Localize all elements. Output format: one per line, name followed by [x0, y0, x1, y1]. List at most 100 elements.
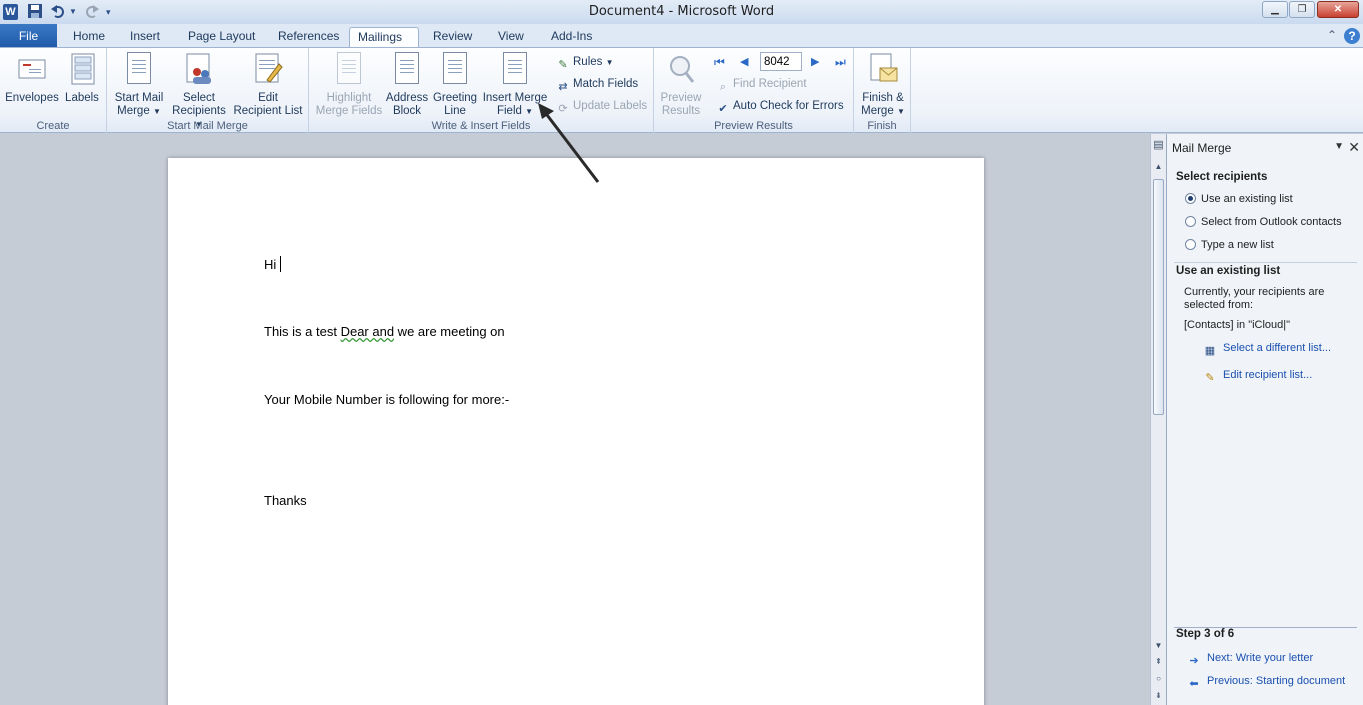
ribbon-tab-row: File Home Insert Page Layout References …: [0, 24, 1363, 48]
chevron-down-icon: ▼: [605, 58, 614, 67]
highlight-merge-fields-icon: [334, 52, 364, 86]
preview-results-button[interactable]: Preview Results: [657, 52, 705, 118]
auto-check-errors-button[interactable]: ✔ Auto Check for Errors: [716, 97, 843, 115]
recipient-source-text: [Contacts] in "iCloud|": [1184, 319, 1291, 331]
scroll-down-icon[interactable]: ▼: [1151, 639, 1166, 653]
radio-button[interactable]: [1185, 216, 1196, 227]
labels-button[interactable]: Labels: [63, 52, 101, 105]
insert-merge-field-label-2: Field: [496, 105, 522, 117]
ribbon: Envelopes Labels Create Start Mail Merge…: [0, 47, 1363, 133]
select-browse-object-icon[interactable]: ○: [1151, 672, 1166, 686]
group-preview-results: Preview Results ⏮ ◀ 8042 ▶ ⏭ ⌕ Find Recip…: [654, 48, 854, 133]
close-button[interactable]: ✕: [1317, 1, 1359, 18]
group-label-preview-results: Preview Results: [714, 120, 793, 132]
tab-file[interactable]: File: [0, 24, 57, 48]
finish-merge-label-2: Merge: [861, 105, 894, 117]
mail-merge-pane: Mail Merge ▼ ✕ Select recipients Use an …: [1166, 134, 1363, 705]
radio-use-existing-list[interactable]: Use an existing list: [1185, 191, 1293, 207]
preview-results-icon: [666, 52, 696, 86]
document-area: Hi This is a test Dear and we are meetin…: [0, 134, 1150, 705]
chevron-down-icon: ▼: [152, 107, 161, 116]
maximize-button[interactable]: ❐: [1289, 1, 1315, 18]
greeting-text: Hi: [264, 257, 277, 272]
edit-recipient-list-button[interactable]: Edit Recipient List: [231, 52, 305, 118]
select-recipients-label-1: Select: [183, 92, 215, 104]
arrow-left-icon: ⬅: [1189, 678, 1199, 690]
finish-merge-button[interactable]: Finish & Merge ▼: [857, 52, 909, 118]
tab-references[interactable]: References: [270, 27, 347, 48]
tab-home[interactable]: Home: [65, 27, 113, 48]
address-block-button[interactable]: Address Block: [384, 52, 430, 118]
preview-results-label-2: Results: [661, 105, 701, 117]
radio-label-outlook: Select from Outlook contacts: [1201, 216, 1342, 228]
tab-review[interactable]: Review: [425, 27, 480, 48]
match-fields-button[interactable]: ⇄ Match Fields: [556, 75, 638, 93]
radio-type-new-list[interactable]: Type a new list: [1185, 237, 1274, 253]
insert-merge-field-icon: [500, 52, 530, 86]
next-step-label: Next: Write your letter: [1207, 652, 1314, 664]
record-number-input[interactable]: 8042: [760, 52, 802, 71]
list-icon: ▦: [1204, 345, 1216, 357]
currently-text-2: selected from:: [1184, 299, 1254, 311]
radio-button[interactable]: [1185, 239, 1196, 250]
window-title: Document4 - Microsoft Word: [588, 4, 775, 19]
collapse-ribbon-icon[interactable]: ⌃: [1327, 28, 1337, 42]
previous-step-link[interactable]: ⬅ Previous: Starting document: [1187, 673, 1345, 690]
paragraph-greeting[interactable]: Hi: [264, 256, 282, 272]
group-create: Envelopes Labels Create: [0, 48, 107, 133]
close-icon[interactable]: ✕: [1348, 139, 1360, 156]
vertical-scrollbar[interactable]: ▤ ▲ ▼ ⇞ ○ ⇟: [1150, 134, 1166, 705]
envelope-icon: [17, 52, 47, 86]
match-fields-icon: ⇄: [558, 81, 568, 93]
next-record-button[interactable]: ▶: [811, 53, 819, 71]
highlight-merge-fields-button[interactable]: Highlight Merge Fields: [314, 52, 384, 118]
envelopes-button[interactable]: Envelopes: [5, 52, 59, 105]
paragraph-thanks[interactable]: Thanks: [264, 493, 307, 508]
radio-button-checked[interactable]: [1185, 193, 1196, 204]
labels-icon: [67, 52, 97, 86]
radio-label-new-list: Type a new list: [1201, 239, 1274, 251]
select-different-list-label: Select a different list...: [1223, 342, 1332, 354]
minimize-button[interactable]: ▁: [1262, 1, 1288, 18]
rules-button[interactable]: ✎ Rules ▼: [556, 53, 614, 71]
radio-label-existing: Use an existing list: [1201, 193, 1293, 205]
tab-add-ins[interactable]: Add-Ins: [543, 27, 600, 48]
previous-record-button[interactable]: ◀: [740, 53, 748, 71]
paragraph-body[interactable]: This is a test Dear and we are meeting o…: [264, 324, 505, 339]
next-page-icon[interactable]: ⇟: [1151, 689, 1166, 703]
merge-field-text[interactable]: Dear and: [341, 324, 394, 339]
tab-insert[interactable]: Insert: [122, 27, 168, 48]
radio-outlook-contacts[interactable]: Select from Outlook contacts: [1185, 214, 1342, 230]
find-recipient-button[interactable]: ⌕ Find Recipient: [716, 75, 807, 93]
edit-list-icon: ✎: [1205, 372, 1215, 384]
scroll-up-icon[interactable]: ▲: [1151, 160, 1166, 174]
edit-recipient-list-link[interactable]: ✎ Edit recipient list...: [1203, 367, 1312, 384]
envelopes-label: Envelopes: [5, 92, 59, 104]
address-block-label-1: Address: [385, 92, 429, 104]
document-page[interactable]: Hi This is a test Dear and we are meetin…: [168, 158, 984, 705]
last-record-button[interactable]: ⏭: [835, 53, 846, 71]
group-label-create: Create: [36, 120, 70, 132]
select-different-list-link[interactable]: ▦ Select a different list...: [1203, 340, 1332, 357]
tab-page-layout[interactable]: Page Layout: [180, 27, 263, 48]
first-record-button[interactable]: ⏮: [714, 53, 725, 71]
pane-options-icon[interactable]: ▼: [1334, 141, 1344, 152]
previous-page-icon[interactable]: ⇞: [1151, 655, 1166, 669]
group-start-mail-merge: Start Mail Merge ▼ Select Recipients ▼ E…: [107, 48, 309, 133]
paragraph-mobile[interactable]: Your Mobile Number is following for more…: [264, 392, 509, 407]
next-step-link[interactable]: ➔ Next: Write your letter: [1187, 650, 1314, 667]
edit-recipient-list-label-1: Edit: [258, 92, 278, 104]
title-bar: W ▼ ▾ Document4 - Microsoft Word ▁ ❐ ✕: [0, 0, 1363, 24]
help-icon[interactable]: ?: [1344, 28, 1360, 44]
find-recipient-icon: ⌕: [719, 81, 727, 93]
preview-results-label-1: Preview: [660, 92, 702, 104]
finish-merge-label-1: Finish &: [862, 92, 904, 104]
tab-mailings[interactable]: Mailings: [349, 27, 419, 48]
start-mail-merge-button[interactable]: Start Mail Merge ▼: [111, 52, 167, 118]
greeting-line-button[interactable]: Greeting Line: [430, 52, 480, 118]
auto-check-errors-icon: ✔: [718, 103, 728, 115]
tab-view[interactable]: View: [490, 27, 532, 48]
ruler-toggle-icon[interactable]: ▤: [1151, 138, 1166, 152]
scrollbar-thumb[interactable]: [1153, 179, 1164, 415]
match-fields-label: Match Fields: [573, 78, 639, 90]
